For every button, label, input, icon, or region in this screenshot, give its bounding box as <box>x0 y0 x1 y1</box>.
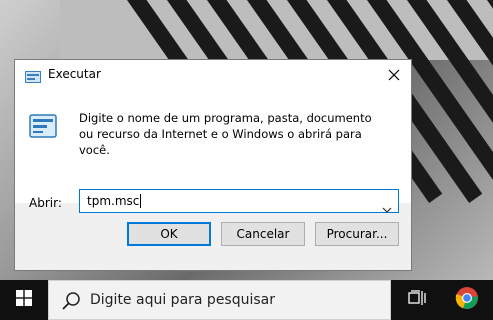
task-view-button[interactable] <box>396 280 440 320</box>
dialog-content: Digite o nome de um programa, pasta, doc… <box>15 90 411 213</box>
run-dialog: Executar Digite o nome de um programa, p… <box>14 59 412 271</box>
open-label: Abrir: <box>29 196 62 210</box>
run-icon <box>29 114 57 138</box>
open-input[interactable]: tpm.msc <box>87 194 139 208</box>
start-button[interactable] <box>0 280 48 320</box>
taskbar-search-box[interactable]: Digite aqui para pesquisar <box>48 280 391 320</box>
chrome-taskbar-button[interactable] <box>445 280 489 320</box>
browse-button[interactable]: Procurar... <box>315 222 399 246</box>
close-button[interactable] <box>377 60 411 90</box>
ok-button[interactable]: OK <box>127 222 211 246</box>
chevron-down-icon[interactable] <box>382 198 392 217</box>
chrome-icon <box>455 286 479 314</box>
search-placeholder: Digite aqui para pesquisar <box>90 292 276 308</box>
task-view-icon <box>408 290 428 310</box>
text-caret <box>140 194 141 208</box>
dialog-description: Digite o nome de um programa, pasta, doc… <box>79 111 372 157</box>
search-icon <box>61 291 81 315</box>
open-combobox[interactable]: tpm.msc <box>79 189 399 213</box>
windows-logo-icon <box>16 290 32 310</box>
dialog-title: Executar <box>48 67 101 81</box>
taskbar: Digite aqui para pesquisar <box>0 280 493 320</box>
close-icon <box>388 69 400 81</box>
dialog-titlebar[interactable]: Executar <box>15 60 411 90</box>
cancel-button[interactable]: Cancelar <box>221 222 305 246</box>
run-icon <box>25 68 41 83</box>
